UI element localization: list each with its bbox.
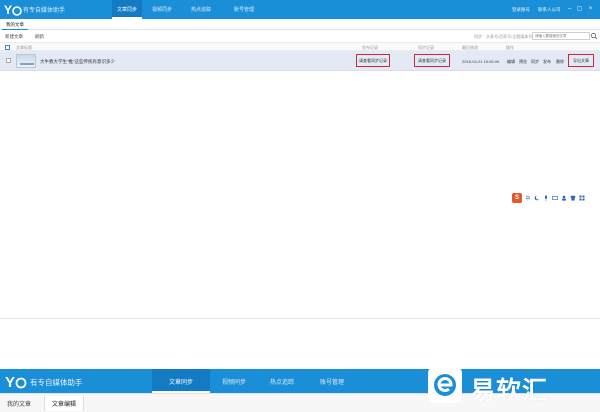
moon-icon[interactable] xyxy=(534,195,540,201)
nav-account-manage[interactable]: 账号管理 xyxy=(220,0,268,19)
preview-action[interactable]: 预览 xyxy=(519,59,527,65)
user-icon[interactable] xyxy=(561,195,567,201)
bottom-nav-hot-tracking[interactable]: 热点追踪 xyxy=(258,369,306,393)
close-icon[interactable]: × xyxy=(587,6,594,13)
publish-action[interactable]: 发布 xyxy=(543,59,551,65)
language-icon[interactable]: 中 xyxy=(525,195,531,201)
watermark-text: 易软汇 xyxy=(470,376,549,405)
bottom-app-logo-icon: Y xyxy=(5,374,27,390)
svg-text:Y: Y xyxy=(5,374,15,390)
sync-status-button[interactable]: 请查看同步记录 xyxy=(414,54,450,67)
microphone-icon[interactable] xyxy=(543,195,549,201)
modified-time: 2018-04-21 19:06:09 xyxy=(462,59,500,64)
nav-hot-tracking[interactable]: 热点追踪 xyxy=(182,0,220,19)
export-article-button[interactable]: 导出文章 xyxy=(568,54,594,67)
title-bar: Y 有专自媒体助手 文章同步 视频同步 热点追踪 账号管理 登录账号 联系人公司… xyxy=(0,0,600,19)
ime-toolbar: S 中 xyxy=(512,192,592,203)
search-input[interactable] xyxy=(532,32,590,40)
search-icon[interactable] xyxy=(590,32,598,40)
minimize-icon[interactable]: – xyxy=(566,6,573,13)
edit-action[interactable]: 编辑 xyxy=(507,59,515,65)
new-article-button[interactable]: 新建文章 xyxy=(5,34,23,40)
login-link[interactable]: 登录账号 xyxy=(512,7,530,13)
table-header: 文章标题 发布记录 同步记录 最后修改 操作 xyxy=(0,42,600,51)
sync-hint: 同步：头条号/百家号/企鹅媒体号 xyxy=(474,34,533,39)
select-all-checkbox[interactable] xyxy=(5,45,10,50)
bottom-tab-article-edit[interactable]: 文章编辑 xyxy=(44,396,85,411)
refresh-button[interactable]: 刷新 xyxy=(35,34,44,40)
tab-my-articles[interactable]: 我的文章 xyxy=(2,19,28,30)
bottom-nav-video-sync[interactable]: 视频同步 xyxy=(210,369,258,393)
grid-icon[interactable] xyxy=(579,195,585,201)
nav-video-sync[interactable]: 视频同步 xyxy=(142,0,182,19)
shirt-icon[interactable] xyxy=(570,195,576,201)
maximize-icon[interactable]: ▢ xyxy=(576,6,583,13)
delete-action[interactable]: 删除 xyxy=(556,59,564,65)
bottom-tab-my-articles[interactable]: 我的文章 xyxy=(0,396,38,411)
sub-tab-bar: 我的文章 xyxy=(0,19,600,30)
bottom-app-title: 有专自媒体助手 xyxy=(30,378,83,387)
toolbar: 新建文章 刷新 同步：头条号/百家号/企鹅媒体号 xyxy=(0,31,600,42)
app-title: 有专自媒体助手 xyxy=(23,8,66,14)
app-logo-icon: Y xyxy=(4,3,22,17)
contact-link[interactable]: 联系人公司 xyxy=(538,7,561,13)
sync-action[interactable]: 同步 xyxy=(531,59,539,65)
svg-text:Y: Y xyxy=(4,3,12,17)
nav-article-sync[interactable]: 文章同步 xyxy=(112,0,142,19)
table-row[interactable]: 大牛教大学生“推”这些传统有意识多少 请查看同步记录 请查看同步记录 2018-… xyxy=(0,51,600,71)
keyboard-icon[interactable] xyxy=(552,195,558,201)
article-thumbnail xyxy=(16,54,36,68)
publish-status-button[interactable]: 请查看同步记录 xyxy=(356,54,390,67)
ime-brand-icon[interactable]: S xyxy=(512,192,522,203)
bottom-nav-account-manage[interactable]: 账号管理 xyxy=(306,369,358,393)
section-divider xyxy=(0,318,600,319)
svg-text:中: 中 xyxy=(526,195,531,201)
row-checkbox[interactable] xyxy=(6,58,11,63)
article-title[interactable]: 大牛教大学生“推”这些传统有意识多少 xyxy=(40,59,115,65)
watermark-logo-icon xyxy=(428,367,462,403)
bottom-nav-article-sync[interactable]: 文章同步 xyxy=(152,369,210,393)
